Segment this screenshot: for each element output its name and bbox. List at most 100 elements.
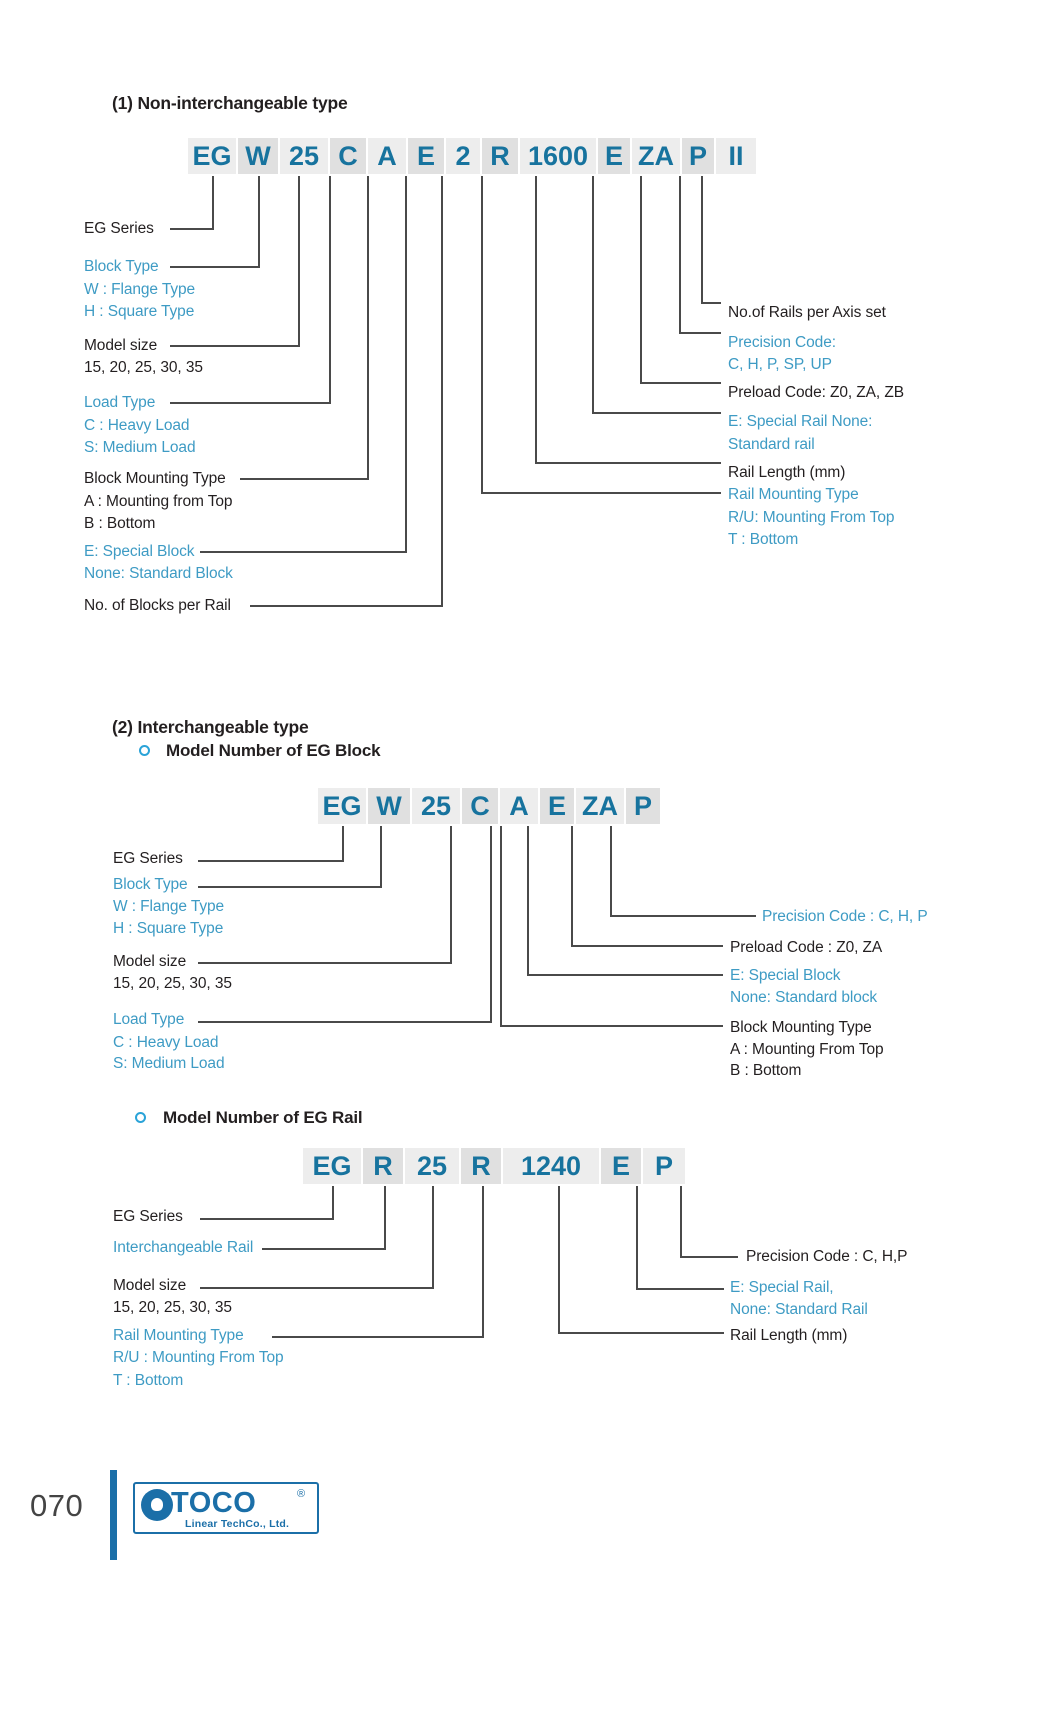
label-load-type-s: S: Medium Load (84, 439, 196, 456)
block-leader-v-mounting (500, 826, 502, 1026)
section2-rail-code-strip: EG R 25 R 1240 E P (303, 1148, 685, 1184)
rail-code-cell-mounting: R (461, 1148, 501, 1184)
rail-leader-v-eg (332, 1186, 334, 1219)
leader-h-rails-per-axis (701, 302, 721, 304)
leader-h-rail-mounting (481, 492, 721, 494)
rail-leader-h-model-size (200, 1287, 434, 1289)
label-model-size-values: 15, 20, 25, 30, 35 (84, 359, 203, 376)
leader-h-precision (679, 332, 721, 334)
block-label-model-size-values: 15, 20, 25, 30, 35 (113, 975, 232, 992)
rail-leader-v-mounting (482, 1186, 484, 1337)
block-code-cell-preload: ZA (576, 788, 624, 824)
rail-code-cell-eg: EG (303, 1148, 361, 1184)
code-cell-rail-mounting: R (482, 138, 518, 174)
leader-h-eg (170, 228, 214, 230)
block-label-block-type: Block Type (113, 876, 188, 893)
leader-v-precision (679, 176, 681, 333)
block-leader-v-eg (342, 826, 344, 861)
block-leader-v-precision (610, 826, 612, 916)
leader-h-special-rail (592, 412, 721, 414)
block-label-special-block: E: Special Block (730, 967, 841, 984)
code-cell-eg: EG (188, 138, 236, 174)
rail-label-mounting-type: Rail Mounting Type (113, 1327, 244, 1344)
bullet-ring-icon-rail (135, 1112, 146, 1123)
rail-leader-h-eg (200, 1218, 334, 1220)
leader-v-eg (212, 176, 214, 228)
block-label-load-type: Load Type (113, 1011, 185, 1028)
leader-v-rail-length (535, 176, 537, 463)
logo-registered-mark: ® (297, 1488, 306, 1500)
label-standard-block: None: Standard Block (84, 565, 233, 582)
logo-mark-icon (141, 1489, 173, 1521)
label-load-type: Load Type (84, 394, 156, 411)
code-cell-rail-length: 1600 (520, 138, 596, 174)
rail-label-model-size: Model size (113, 1277, 187, 1294)
block-label-eg-series: EG Series (113, 850, 183, 867)
label-eg-series: EG Series (84, 220, 154, 237)
rail-code-cell-length: 1240 (503, 1148, 599, 1184)
label-rail-mounting-ru: R/U: Mounting From Top (728, 509, 895, 526)
leader-h-special-block (200, 551, 407, 553)
label-precision-code: Precision Code: (728, 334, 836, 351)
rail-leader-v-precision (680, 1186, 682, 1257)
block-leader-v-preload (571, 826, 573, 946)
section1-code-strip: EG W 25 C A E 2 R 1600 E ZA P II (188, 138, 756, 174)
code-cell-load-type: C (330, 138, 366, 174)
code-cell-special-block: E (408, 138, 444, 174)
code-cell-block-mounting: A (368, 138, 406, 174)
logo-tagline: Linear TechCo., Ltd. (185, 1518, 290, 1530)
block-leader-v-block-type (380, 826, 382, 887)
section2-block-title: Model Number of EG Block (166, 741, 381, 760)
block-label-mounting-a: A : Mounting From Top (730, 1041, 884, 1058)
section2-heading: (2) Interchangeable type (112, 717, 309, 737)
leader-v-special-block (405, 176, 407, 552)
section2-block-code-strip: EG W 25 C A E ZA P (318, 788, 660, 824)
leader-h-block-type (170, 266, 260, 268)
rail-label-mounting-ru: R/U : Mounting From Top (113, 1349, 284, 1366)
rail-label-model-size-values: 15, 20, 25, 30, 35 (113, 1299, 232, 1316)
leader-h-blocks-per-rail (250, 605, 443, 607)
label-precision-code-values: C, H, P, SP, UP (728, 356, 832, 373)
block-leader-h-precision (610, 915, 756, 917)
leader-v-block-type (258, 176, 260, 267)
block-leader-h-model-size (198, 962, 452, 964)
leader-v-rail-mounting (481, 176, 483, 493)
label-rail-mounting-type: Rail Mounting Type (728, 486, 859, 503)
leader-v-rails-per-axis (701, 176, 703, 303)
block-code-cell-block-type: W (368, 788, 410, 824)
block-label-preload-code: Preload Code : Z0, ZA (730, 939, 883, 956)
rail-leader-h-interchangeable (262, 1248, 386, 1250)
rail-leader-v-interchangeable (384, 1186, 386, 1249)
rail-label-special-rail: E: Special Rail, (730, 1279, 834, 1296)
label-rail-length: Rail Length (mm) (728, 464, 846, 481)
rail-label-interchangeable-rail: Interchangeable Rail (113, 1239, 254, 1256)
page-number: 070 (30, 1488, 84, 1523)
block-leader-v-model-size (450, 826, 452, 964)
rail-label-precision-code: Precision Code : C, H,P (746, 1248, 908, 1265)
block-code-cell-precision: P (626, 788, 660, 824)
block-leader-h-block-type (198, 886, 382, 888)
block-label-block-type-h: H : Square Type (113, 920, 224, 937)
block-label-block-type-w: W : Flange Type (113, 898, 225, 915)
code-cell-precision: P (682, 138, 714, 174)
rail-leader-v-special (636, 1186, 638, 1289)
leader-h-load-type (170, 402, 331, 404)
rail-leader-h-special (636, 1288, 724, 1290)
rail-code-cell-model-size: 25 (405, 1148, 459, 1184)
block-leader-h-special (527, 974, 723, 976)
rail-leader-v-model-size (432, 1186, 434, 1288)
label-block-type-h: H : Square Type (84, 303, 195, 320)
leader-v-block-mounting (367, 176, 369, 479)
code-cell-special-rail: E (598, 138, 630, 174)
leader-v-preload (640, 176, 642, 383)
section2-rail-title: Model Number of EG Rail (163, 1108, 363, 1127)
label-preload-code: Preload Code: Z0, ZA, ZB (728, 384, 904, 401)
block-label-mounting-type: Block Mounting Type (730, 1019, 872, 1036)
leader-h-model-size (170, 345, 300, 347)
label-block-mounting-type: Block Mounting Type (84, 470, 226, 487)
block-label-standard-block: None: Standard block (730, 989, 878, 1006)
label-load-type-c: C : Heavy Load (84, 417, 190, 434)
block-label-load-type-s: S: Medium Load (113, 1055, 225, 1072)
block-code-cell-special: E (540, 788, 574, 824)
block-label-model-size: Model size (113, 953, 187, 970)
